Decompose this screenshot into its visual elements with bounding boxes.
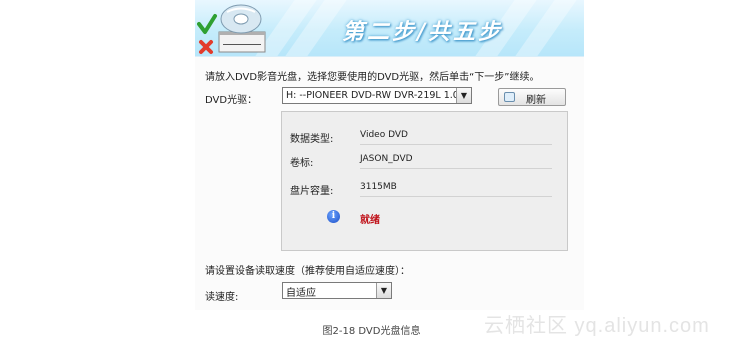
info-value: JASON_DVD <box>360 154 413 164</box>
speed-note: 请设置设备读取速度（推荐使用自适应速度）： <box>205 266 410 277</box>
step-title: 第二步/共五步 <box>342 19 504 45</box>
chevron-down-icon[interactable]: ▼ <box>376 283 391 298</box>
instruction-text: 请放入DVD影音光盘，选择您要使用的DVD光驱，然后单击“下一步”继续。 <box>205 72 540 83</box>
speed-label: 读速度: <box>205 292 239 303</box>
speed-select-value: 自适应 <box>286 288 316 299</box>
info-row-data-type: 数据类型: Video DVD <box>290 130 552 146</box>
figure-caption: 图2-18 DVD光盘信息 <box>322 326 421 337</box>
check-icon <box>197 14 217 34</box>
wizard-window: 第二步/共五步 请放入DVD影音光盘，选择您要使用的DVD光驱，然后单击“下一步… <box>195 0 584 310</box>
info-value: Video DVD <box>360 130 408 140</box>
info-value: 3115MB <box>360 182 397 192</box>
info-label: 卷标: <box>290 158 314 169</box>
info-row-volume-label: 卷标: JASON_DVD <box>290 154 552 170</box>
chevron-down-icon[interactable]: ▼ <box>456 88 471 103</box>
info-label: 盘片容量: <box>290 186 334 197</box>
status-text: 就绪 <box>360 215 380 226</box>
drive-select[interactable]: H: --PIONEER DVD-RW DVR-219L 1.02 ▼ <box>282 87 472 104</box>
info-icon: i <box>327 210 340 223</box>
dvd-disc-icon <box>197 4 266 54</box>
speed-select[interactable]: 自适应 ▼ <box>282 282 392 299</box>
info-label: 数据类型: <box>290 134 334 145</box>
disc-info-panel: 数据类型: Video DVD 卷标: JASON_DVD 盘片容量: 3115… <box>281 111 568 251</box>
info-row-capacity: 盘片容量: 3115MB <box>290 182 552 198</box>
refresh-button-label: 刷新 <box>526 95 546 106</box>
drive-select-value: H: --PIONEER DVD-RW DVR-219L 1.02 <box>286 90 465 101</box>
wizard-banner: 第二步/共五步 <box>195 0 584 57</box>
refresh-button[interactable]: 刷新 <box>498 88 566 106</box>
drive-label: DVD光驱： <box>205 95 258 106</box>
error-x-icon <box>199 40 213 54</box>
refresh-icon <box>504 92 515 102</box>
